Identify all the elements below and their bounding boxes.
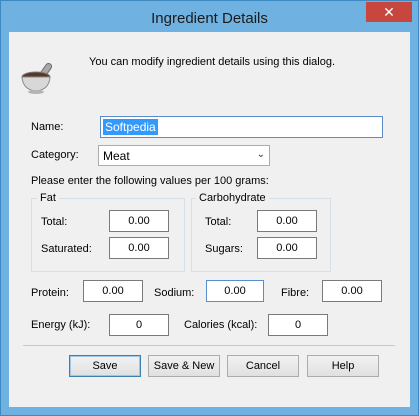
per-100g-instructions: Please enter the following values per 10…	[31, 175, 269, 187]
category-label: Category:	[31, 149, 79, 161]
dialog-body: You can modify ingredient details using …	[9, 32, 410, 407]
category-dropdown[interactable]: Meat ⌄	[98, 145, 270, 166]
fat-total-input[interactable]: 0.00	[109, 210, 169, 232]
title-bar[interactable]: Ingredient Details ✕	[1, 1, 418, 32]
save-and-new-button[interactable]: Save & New	[148, 355, 220, 377]
help-button[interactable]: Help	[307, 355, 379, 377]
fat-group-title: Fat	[37, 192, 59, 204]
name-label: Name:	[31, 121, 64, 133]
energy-input[interactable]: 0	[109, 314, 169, 336]
carb-sugars-label: Sugars:	[205, 243, 243, 255]
fibre-input[interactable]: 0.00	[322, 280, 382, 302]
chevron-down-icon: ⌄	[256, 149, 265, 160]
name-input[interactable]: Softpedia	[100, 116, 383, 138]
protein-input[interactable]: 0.00	[83, 280, 143, 302]
fat-total-label: Total:	[41, 216, 68, 228]
cancel-button[interactable]: Cancel	[227, 355, 299, 377]
carb-sugars-input[interactable]: 0.00	[257, 237, 317, 259]
mortar-pestle-icon	[21, 62, 53, 94]
calories-input[interactable]: 0	[268, 314, 328, 336]
close-button[interactable]: ✕	[366, 2, 412, 22]
carb-total-label: Total:	[205, 216, 232, 228]
sodium-label: Sodium:	[154, 287, 195, 299]
close-icon: ✕	[383, 4, 395, 20]
energy-label: Energy (kJ):	[31, 319, 91, 331]
fibre-label: Fibre:	[281, 287, 310, 299]
ingredient-details-window: Ingredient Details ✕ You can modify ingr…	[0, 0, 419, 416]
intro-text: You can modify ingredient details using …	[89, 56, 336, 68]
sodium-input[interactable]: 0.00	[206, 280, 264, 302]
button-separator	[23, 345, 395, 346]
fat-saturated-input[interactable]: 0.00	[109, 237, 169, 259]
carb-total-input[interactable]: 0.00	[257, 210, 317, 232]
protein-label: Protein:	[31, 287, 69, 299]
category-value: Meat	[103, 149, 130, 163]
window-title: Ingredient Details	[151, 10, 268, 27]
fat-saturated-label: Saturated:	[41, 243, 92, 255]
name-value: Softpedia	[103, 119, 158, 135]
save-button[interactable]: Save	[69, 355, 141, 377]
carbohydrate-group-title: Carbohydrate	[196, 192, 269, 204]
calories-label: Calories (kcal):	[184, 319, 258, 331]
